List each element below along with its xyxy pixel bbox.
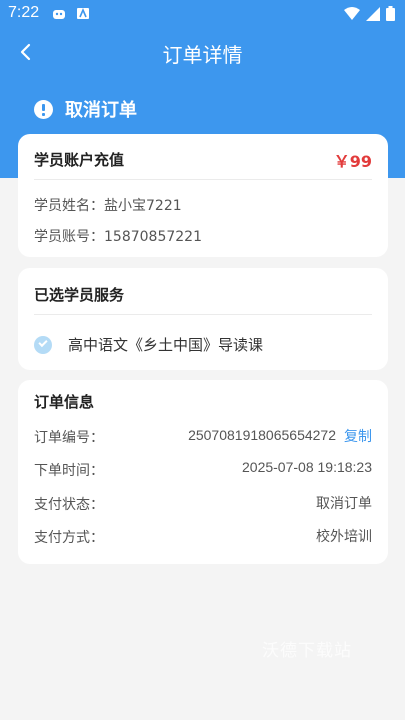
status-time: 7:22 <box>8 4 40 21</box>
order-number-value: 2507081918065654272 <box>188 427 336 443</box>
signal-icon <box>366 6 380 21</box>
font-a-icon <box>77 7 89 19</box>
student-name: 学员姓名：盐小宝7221 <box>34 198 182 214</box>
battery-icon <box>386 6 395 21</box>
copy-button[interactable]: 复制 <box>344 426 372 446</box>
navigation-bar: 订单详情 <box>0 30 405 74</box>
watermark: 沃德下载站 <box>262 641 352 661</box>
payment-status-label: 支付状态： <box>34 497 104 513</box>
order-number-label: 订单编号： <box>34 430 104 446</box>
service-item: 高中语文《乡土中国》导读课 <box>68 336 264 354</box>
order-info-title: 订单信息 <box>34 393 95 411</box>
order-info-card: 订单信息 订单编号： 2507081918065654272 复制 下单时间： … <box>18 380 388 564</box>
order-status-label: 取消订单 <box>65 100 137 121</box>
android-icon <box>53 10 65 19</box>
checkmark-icon <box>34 336 52 354</box>
divider <box>34 314 372 315</box>
order-status: 取消订单 <box>34 96 137 122</box>
student-account: 学员账号：15870857221 <box>34 229 202 245</box>
divider <box>34 179 372 180</box>
service-card: 已选学员服务 高中语文《乡土中国》导读课 <box>18 268 388 370</box>
page-title: 订单详情 <box>162 43 243 67</box>
account-card-title: 学员账户充值 <box>34 151 125 169</box>
service-card-title: 已选学员服务 <box>34 286 125 304</box>
status-icons <box>344 6 395 21</box>
exclamation-icon <box>34 99 53 119</box>
order-time-value: 2025-07-08 19:18:23 <box>242 459 372 475</box>
price: ￥99 <box>333 152 372 171</box>
account-card: 学员账户充值 ￥99 学员姓名：盐小宝7221 学员账号：15870857221 <box>18 134 388 257</box>
status-bar: 7:22 <box>0 0 405 28</box>
payment-method-value: 校外培训 <box>316 528 372 544</box>
wifi-icon <box>344 7 360 20</box>
payment-status-value: 取消订单 <box>316 495 372 511</box>
payment-method-label: 支付方式： <box>34 530 104 546</box>
order-time-label: 下单时间： <box>34 463 104 479</box>
